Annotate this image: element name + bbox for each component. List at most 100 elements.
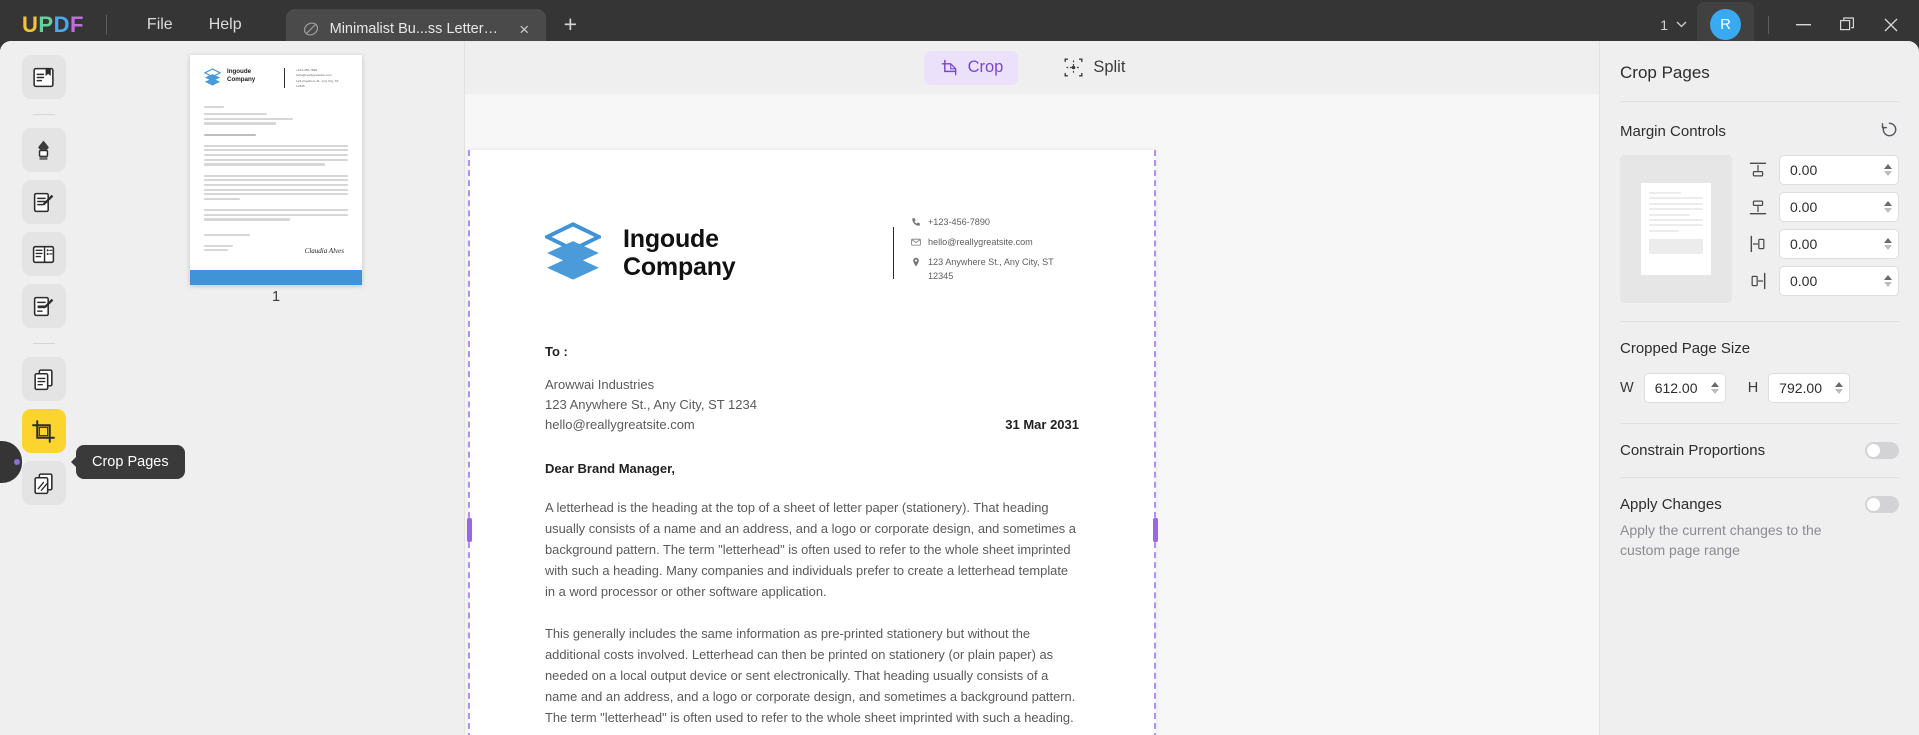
window-controls-divider [1768,15,1769,34]
height-input[interactable] [1779,380,1836,396]
updf-logo: U P D F [22,12,84,38]
contact-address: 123 Anywhere St., Any City, ST 12345 [911,256,1079,282]
logo-letter-f: F [69,11,84,37]
stacked-layers-logo [204,68,221,86]
apply-changes-toggle[interactable] [1865,496,1899,513]
constrain-proportions-label: Constrain Proportions [1620,442,1766,459]
tab-title: Minimalist Bu...ss Letterhead [329,21,505,37]
constrain-proportions-toggle[interactable] [1865,442,1899,459]
pdf-page[interactable]: Ingoude Company +123-456-7890 hello@real… [468,150,1156,735]
sidebar-item-crop[interactable] [21,409,66,453]
to-label: To : [545,343,568,359]
margin-top-icon [1749,162,1767,177]
menu-file[interactable]: File [129,10,191,40]
page-count-value: 1 [1660,16,1668,33]
sidebar-item-page-tools[interactable] [21,232,66,276]
edit-pdf-icon [33,192,54,212]
batch-process-icon [34,472,53,494]
letterhead: Ingoude Company +123-456-7890 hello@real… [545,216,1079,290]
width-label: W [1620,380,1634,396]
thumb-block-p3 [204,209,348,221]
close-window-button[interactable] [1869,5,1913,45]
rail-divider-2 [32,343,55,344]
cropped-page-size-header: Cropped Page Size [1600,322,1919,369]
contact-email: hello@reallygreatsite.com [911,236,1079,249]
tool-rail: Crop Pages [0,41,185,735]
logo-letter-p: P [38,11,54,37]
margin-controls-label: Margin Controls [1620,123,1726,140]
thumb-letterhead: Ingoude Company +123-456-7890 hello@real… [204,68,348,89]
sidebar-item-annotate[interactable] [21,128,66,172]
sidebar-item-organize[interactable] [21,357,66,401]
thumb-company-name: Ingoude Company [227,68,256,83]
thumb-block-p2 [204,174,348,201]
recipient-block: Arowwai Industries 123 Anywhere St., Any… [545,375,1079,435]
rail-divider-1 [32,114,55,115]
margin-bottom-icon [1749,200,1767,215]
sidebar-item-edit-pdf[interactable] [21,180,66,224]
page-thumbnail[interactable]: Ingoude Company +123-456-7890 hello@real… [190,55,362,285]
width-stepper[interactable] [1710,382,1720,394]
minimize-button[interactable] [1781,5,1825,45]
chevron-down-icon [1676,21,1687,28]
tab-split[interactable]: Split [1048,50,1140,85]
tab-close-button[interactable]: × [515,21,534,38]
width-field[interactable] [1643,373,1726,403]
app-shell: Crop Pages Ingoude Company +123-456-7890… [0,41,1919,735]
margin-top-row [1748,155,1899,185]
margin-bottom-input[interactable] [1790,199,1884,215]
letter-date: 31 Mar 2031 [1005,416,1079,432]
logo-letter-d: D [53,11,70,37]
contact-phone: +123-456-7890 [911,216,1079,229]
document-canvas[interactable]: Ingoude Company +123-456-7890 hello@real… [465,94,1599,735]
margin-top-field[interactable] [1779,155,1899,185]
organize-pages-icon [34,368,53,390]
apply-changes-row: Apply Changes [1600,478,1919,513]
sidebar-item-batch[interactable] [21,461,66,505]
panel-collapse-handle[interactable] [14,459,20,465]
width-input[interactable] [1654,380,1711,396]
split-icon [1064,58,1083,77]
tab-split-label: Split [1093,58,1126,76]
envelope-icon [911,238,921,246]
margin-right-field[interactable] [1779,266,1899,296]
sidebar-item-form[interactable] [21,284,66,328]
menu-help[interactable]: Help [191,10,260,40]
thumb-divider [284,68,285,88]
margin-left-field[interactable] [1779,229,1899,259]
margin-left-input[interactable] [1790,236,1884,252]
margin-top-input[interactable] [1790,162,1884,178]
page-count-dropdown[interactable]: 1 [1650,12,1697,38]
margin-right-input[interactable] [1790,273,1884,289]
height-stepper[interactable] [1835,382,1844,394]
crop-preview [1620,155,1732,303]
reset-margins-button[interactable] [1880,120,1899,143]
maximize-button[interactable] [1825,5,1869,45]
salutation: Dear Brand Manager, [545,461,676,477]
margin-bottom-stepper[interactable] [1884,201,1893,213]
thumb-block-closing [204,233,348,236]
crop-preview-page [1641,183,1711,275]
thumbnail-page-number: 1 [271,289,281,305]
panel-title: Crop Pages [1620,63,1710,82]
contact-block: +123-456-7890 hello@reallygreatsite.com [911,216,1079,290]
sidebar-item-reader[interactable] [21,55,66,99]
margin-right-icon [1751,272,1766,290]
margin-left-icon [1750,235,1765,253]
margin-left-stepper[interactable] [1884,238,1893,250]
letter-content: Ingoude Company +123-456-7890 hello@real… [468,150,1156,735]
title-divider [105,14,107,35]
new-tab-button[interactable]: + [564,13,577,36]
location-pin-icon [913,257,919,267]
tab-crop[interactable]: Crop [923,50,1019,85]
height-field[interactable] [1768,373,1851,403]
pdf-document-icon [303,22,318,36]
margin-right-stepper[interactable] [1884,275,1893,287]
body-paragraph-2: This generally includes the same informa… [545,626,1076,726]
reset-icon [1881,122,1897,137]
crop-pages-panel: Crop Pages Margin Controls 0.00 0.00 0.0… [1599,41,1919,735]
margin-controls-body [1600,155,1919,303]
margin-bottom-field[interactable] [1779,192,1899,222]
company-name: Ingoude Company [623,224,736,281]
margin-top-stepper[interactable] [1884,164,1893,176]
